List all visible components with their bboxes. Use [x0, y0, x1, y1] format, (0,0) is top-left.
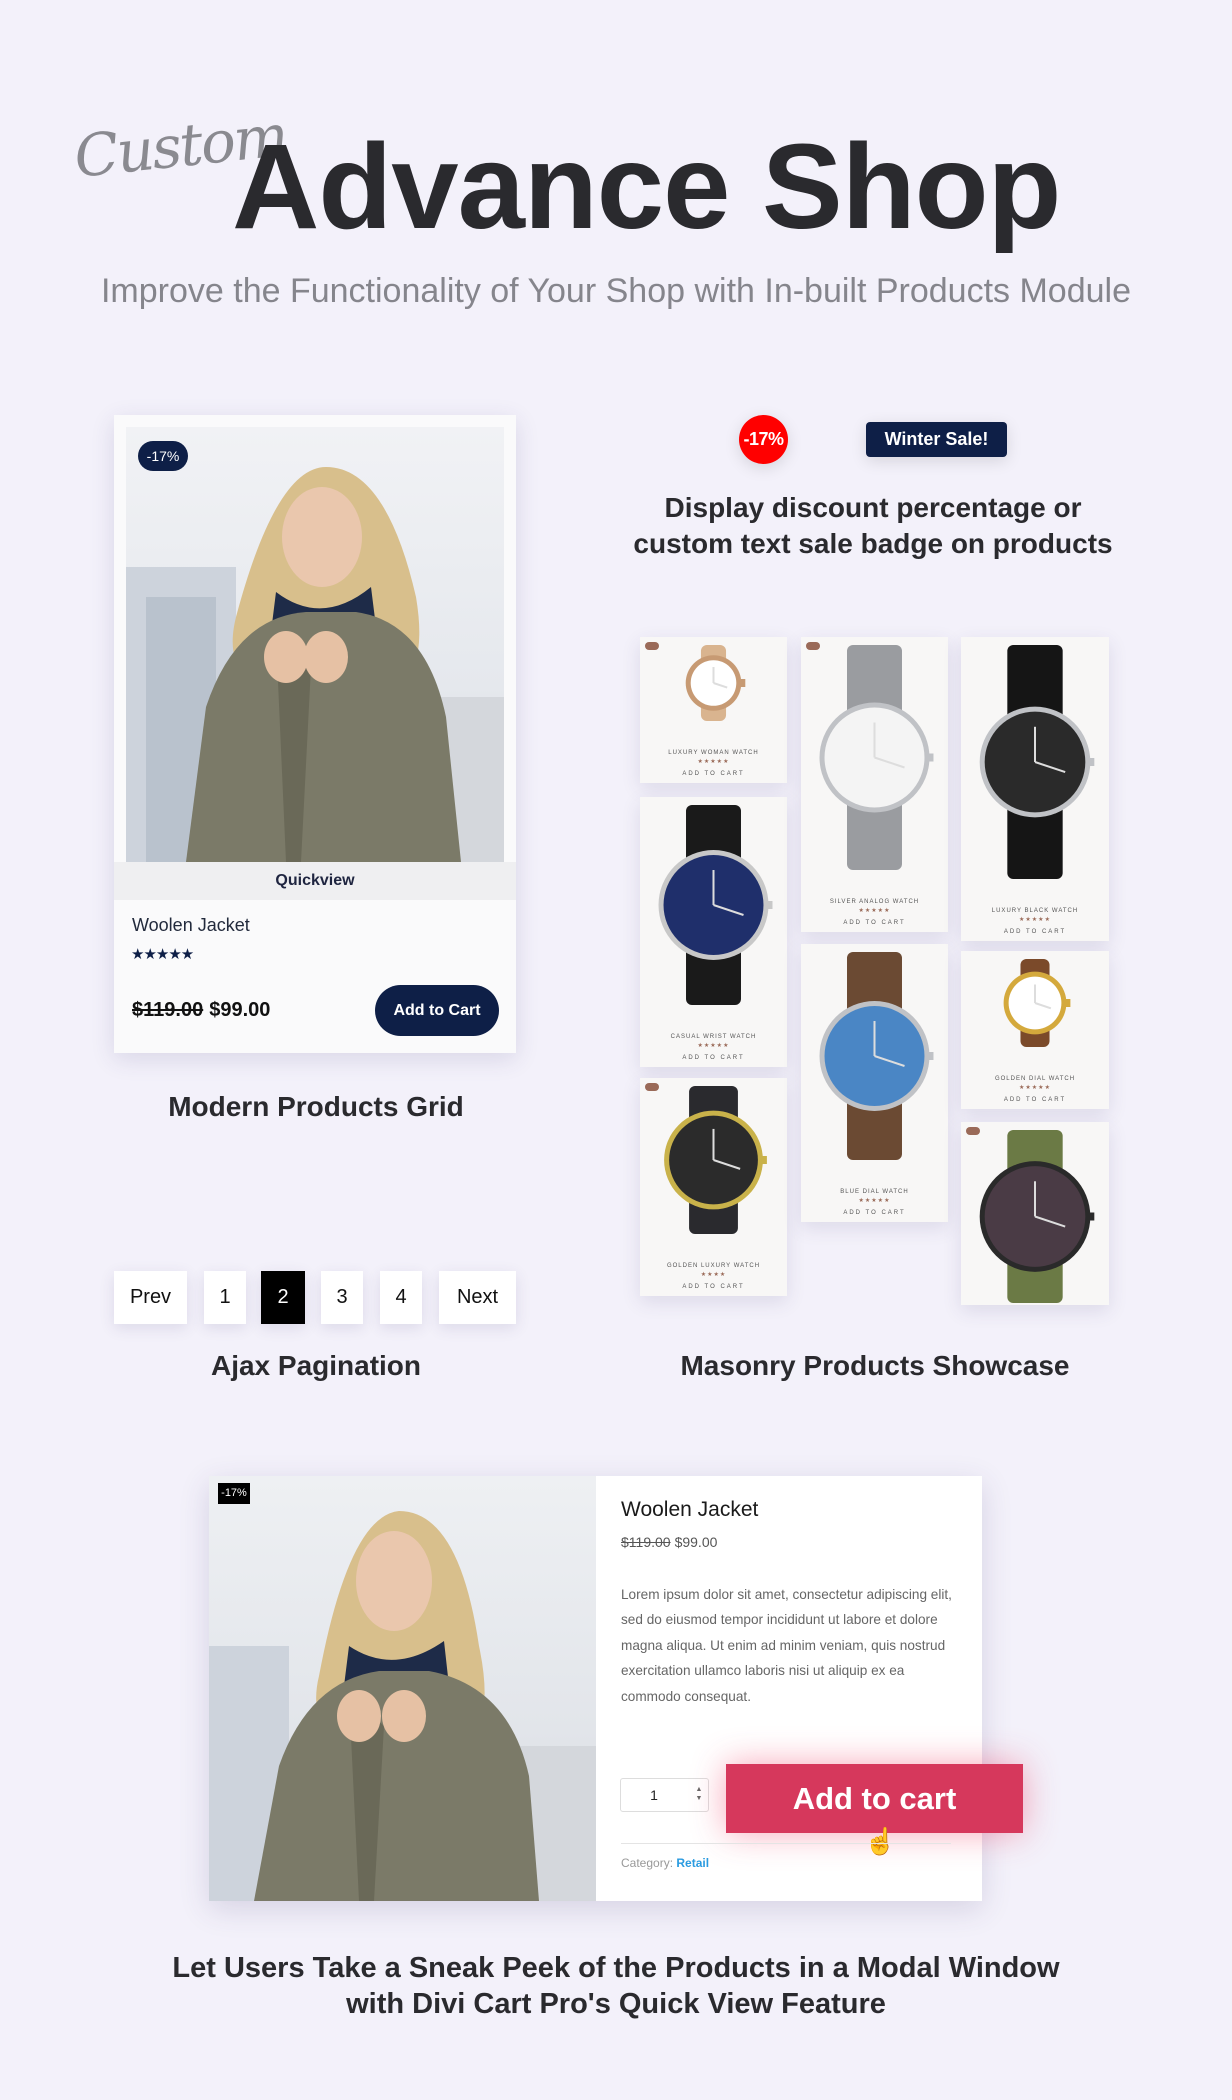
pagination-prev[interactable]: Prev	[114, 1271, 187, 1324]
caption-line: with Divi Cart Pro's Quick View Feature	[346, 1988, 886, 2020]
masonry-product-card[interactable]	[961, 1122, 1109, 1305]
masonry-product-title[interactable]: Casual Wrist Watch	[640, 1034, 787, 1040]
watch-image	[819, 645, 934, 870]
quickview-button[interactable]: Quickview	[114, 862, 516, 900]
modal-discount-badge: -17%	[218, 1483, 250, 1504]
caption-line: Display discount percentage or	[664, 492, 1082, 523]
masonry-product-info: Casual Wrist Watch ★★★★★ ADD TO CART	[640, 1034, 787, 1061]
masonry-add-to-cart[interactable]: ADD TO CART	[640, 1055, 787, 1061]
masonry-product-card[interactable]: Casual Wrist Watch ★★★★★ ADD TO CART	[640, 797, 787, 1067]
watch-image	[979, 645, 1095, 879]
watch-image	[979, 1130, 1095, 1303]
modal-description: Lorem ipsum dolor sit amet, consectetur …	[621, 1587, 952, 1704]
modal-old-price: $119.00	[621, 1534, 671, 1550]
category-link[interactable]: Retail	[676, 1856, 709, 1870]
discount-badge: -17%	[138, 441, 188, 471]
product-card[interactable]: -17% Quickview Woolen Jacket ★★★★★ $119.…	[114, 415, 516, 1053]
masonry-product-card[interactable]: Silver Analog Watch ★★★★★ ADD TO CART	[801, 637, 948, 932]
old-price: $119.00	[132, 999, 204, 1021]
category-label: Category:	[621, 1856, 674, 1870]
masonry-product-info: Golden Luxury Watch ★★★★ ADD TO CART	[640, 1263, 787, 1290]
masonry-product-title[interactable]: Luxury Black Watch	[961, 908, 1109, 914]
star-rating: ★★★★★	[697, 1043, 730, 1049]
feature-caption-badges: Display discount percentage or custom te…	[603, 490, 1143, 562]
watch-image	[1003, 959, 1071, 1047]
caption-line: Let Users Take a Sneak Peek of the Produ…	[172, 1952, 1060, 1984]
masonry-product-card[interactable]: Golden Dial Watch ★★★★★ ADD TO CART	[961, 951, 1109, 1109]
woman-jacket-photo	[126, 467, 504, 862]
masonry-product-info: Luxury Black Watch ★★★★★ ADD TO CART	[961, 908, 1109, 935]
masonry-add-to-cart[interactable]: ADD TO CART	[961, 1097, 1109, 1103]
text-sale-badge: Winter Sale!	[866, 422, 1007, 457]
modal-product-image: -17%	[209, 1476, 596, 1901]
modal-product-title: Woolen Jacket	[621, 1498, 759, 1521]
masonry-product-info: Silver Analog Watch ★★★★★ ADD TO CART	[801, 899, 948, 926]
pagination-page-1[interactable]: 1	[204, 1271, 246, 1324]
product-price: $119.00 $99.00	[132, 999, 270, 1022]
watch-image	[819, 952, 934, 1160]
star-rating: ★★★★★	[858, 908, 891, 914]
masonry-add-to-cart[interactable]: ADD TO CART	[640, 1284, 787, 1290]
watch-image	[658, 805, 773, 1005]
star-rating: ★★★★★	[1019, 917, 1051, 923]
masonry-product-info: Blue Dial Watch ★★★★★ ADD TO CART	[801, 1189, 948, 1216]
masonry-product-card[interactable]: Luxury Black Watch ★★★★★ ADD TO CART	[961, 637, 1109, 941]
pagination-page-2[interactable]: 2	[261, 1271, 305, 1324]
masonry-product-info: Luxury Woman Watch ★★★★★ ADD TO CART	[640, 750, 787, 777]
product-image[interactable]: -17%	[126, 427, 504, 862]
sale-badge	[645, 642, 659, 650]
sale-badge	[806, 642, 820, 650]
watch-image	[685, 645, 746, 721]
sale-badge	[966, 1127, 980, 1135]
masonry-product-title[interactable]: Luxury Woman Watch	[640, 750, 787, 756]
woman-jacket-photo	[209, 1511, 596, 1901]
pagination-page-3[interactable]: 3	[321, 1271, 363, 1324]
quantity-value[interactable]: 1	[621, 1779, 687, 1811]
star-rating: ★★★★★	[697, 759, 730, 765]
quick-view-modal: -17% Woolen Jacket $119.00 $99.00 Lorem i…	[209, 1476, 1023, 1901]
masonry-add-to-cart[interactable]: ADD TO CART	[961, 929, 1109, 935]
page-title: Advance Shop	[232, 118, 1061, 254]
pagination-next[interactable]: Next	[439, 1271, 516, 1324]
caption-line: custom text sale badge on products	[633, 528, 1113, 559]
masonry-product-info: Golden Dial Watch ★★★★★ ADD TO CART	[961, 1076, 1109, 1103]
star-rating: ★★★★★	[1019, 1085, 1051, 1091]
masonry-add-to-cart[interactable]: ADD TO CART	[640, 771, 787, 777]
feature-caption-quickview: Let Users Take a Sneak Peek of the Produ…	[0, 1950, 1232, 2022]
divider	[621, 1843, 951, 1844]
star-rating: ★★★★★	[858, 1198, 891, 1204]
modal-price: $119.00 $99.00	[621, 1534, 717, 1550]
product-category: Category: Retail	[621, 1856, 709, 1870]
masonry-product-title[interactable]: Silver Analog Watch	[801, 899, 948, 905]
sale-badge	[645, 1083, 659, 1091]
feature-caption-pagination: Ajax Pagination	[210, 1350, 422, 1381]
masonry-product-card[interactable]: Golden Luxury Watch ★★★★ ADD TO CART	[640, 1078, 787, 1296]
watch-image	[664, 1086, 767, 1234]
pagination-page-4[interactable]: 4	[380, 1271, 422, 1324]
percent-sale-badge: -17%	[739, 415, 788, 464]
masonry-product-title[interactable]: Golden Luxury Watch	[640, 1263, 787, 1269]
add-to-cart-button[interactable]: Add to Cart	[375, 985, 499, 1036]
hand-pointer-icon: ☝	[864, 1826, 897, 1856]
spinner-arrows-icon[interactable]: ▲ ▼	[694, 1785, 704, 1803]
masonry-add-to-cart[interactable]: ADD TO CART	[801, 920, 948, 926]
masonry-product-card[interactable]: Luxury Woman Watch ★★★★★ ADD TO CART	[640, 637, 787, 783]
star-rating: ★★★★★	[131, 946, 194, 963]
quantity-stepper[interactable]: 1 ▲ ▼	[620, 1778, 709, 1812]
feature-caption-masonry: Masonry Products Showcase	[680, 1350, 1070, 1381]
product-title[interactable]: Woolen Jacket	[132, 915, 250, 936]
modal-sale-price: $99.00	[674, 1534, 718, 1550]
sale-price: $99.00	[209, 999, 271, 1021]
masonry-add-to-cart[interactable]: ADD TO CART	[801, 1210, 948, 1216]
masonry-product-card[interactable]: Blue Dial Watch ★★★★★ ADD TO CART	[801, 944, 948, 1222]
masonry-product-title[interactable]: Blue Dial Watch	[801, 1189, 948, 1195]
star-rating: ★★★★	[700, 1272, 727, 1278]
feature-caption-grid: Modern Products Grid	[168, 1091, 464, 1122]
modal-add-to-cart-button[interactable]: Add to cart	[726, 1764, 1023, 1833]
page-subtitle: Improve the Functionality of Your Shop w…	[100, 272, 1131, 310]
masonry-product-title[interactable]: Golden Dial Watch	[961, 1076, 1109, 1082]
